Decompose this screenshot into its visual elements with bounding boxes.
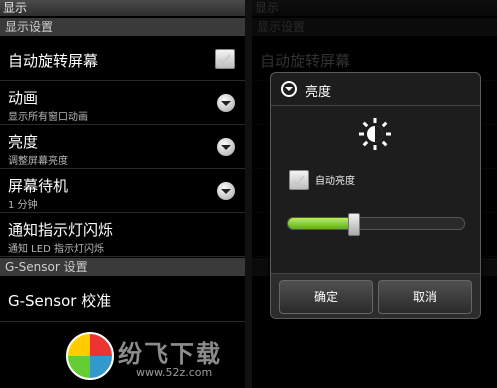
watermark: 纷飞下载 www.52z.com (0, 0, 497, 388)
watermark-url: www.52z.com (136, 366, 213, 379)
watermark-text: 纷飞下载 (118, 340, 222, 368)
watermark-logo (66, 332, 114, 380)
